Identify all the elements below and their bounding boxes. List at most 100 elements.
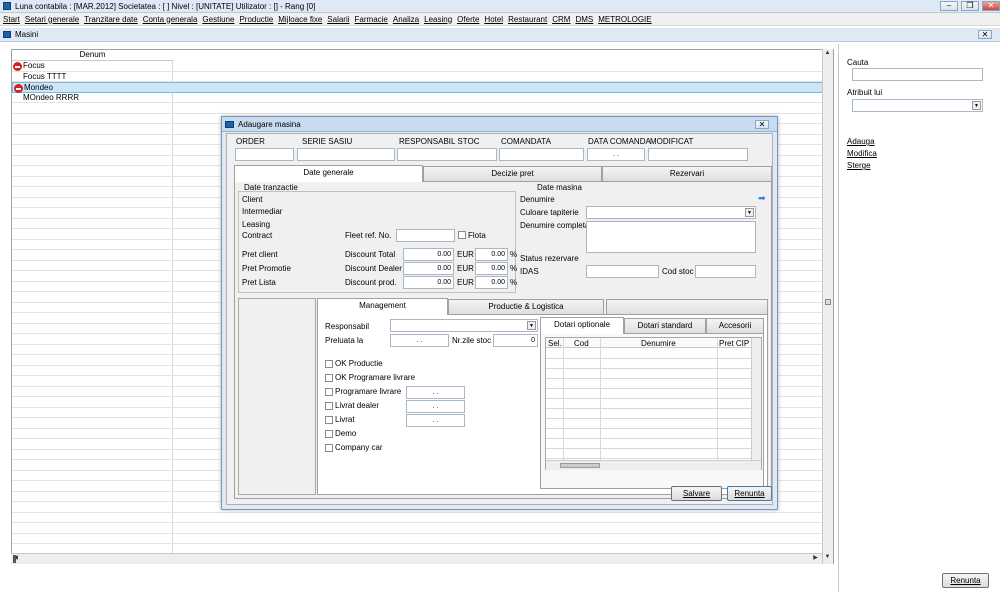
grid-vertical-scrollbar[interactable]: ▲ ▼	[822, 49, 833, 564]
menu-metrologie[interactable]: METROLOGIE	[598, 15, 651, 24]
menu-dms[interactable]: DMS	[575, 15, 593, 24]
cancel-button[interactable]: Renunta	[942, 573, 989, 588]
menu-setari-generale[interactable]: Setari generale	[25, 15, 79, 24]
hscroll-thumb[interactable]	[13, 555, 16, 563]
minimize-button[interactable]: –	[940, 1, 958, 11]
nr-zile-stoc-field[interactable]: 0	[493, 334, 538, 347]
dotari-table[interactable]: Sel. Cod Denumire Pret CIP	[545, 337, 762, 470]
col-denumire[interactable]: Denumire	[641, 339, 676, 348]
status-checkbox[interactable]	[325, 416, 333, 424]
menu-gestiune[interactable]: Gestiune	[202, 15, 234, 24]
responsabil-select[interactable]: ▼	[390, 319, 538, 332]
restore-button[interactable]: ❐	[961, 1, 979, 11]
table-row[interactable]	[12, 523, 823, 534]
currency-label: EUR	[457, 278, 474, 287]
tab-dotari-standard[interactable]: Dotari standard	[624, 318, 706, 333]
col-cod[interactable]: Cod	[574, 339, 589, 348]
fleet-ref-label: Fleet ref. No.	[345, 231, 392, 240]
menu-conta-generala[interactable]: Conta generala	[143, 15, 198, 24]
tab-decizie-pret[interactable]: Decizie pret	[423, 166, 602, 181]
cod-stoc-label: Cod stoc	[662, 267, 694, 276]
tab-date-generale[interactable]: Date generale	[234, 165, 423, 182]
modificat-field[interactable]	[648, 148, 748, 161]
discount-dealer-percent[interactable]: 0.00	[475, 262, 508, 275]
dialog-cancel-button[interactable]: Renunta	[727, 486, 772, 501]
dotari-vscroll[interactable]	[751, 338, 761, 460]
discount-total-percent[interactable]: 0.00	[475, 248, 508, 261]
discount-prod-amount[interactable]: 0.00	[403, 276, 454, 289]
menu-leasing[interactable]: Leasing	[424, 15, 452, 24]
menu-start[interactable]: Start	[3, 15, 20, 24]
table-row[interactable]: Focus	[12, 61, 823, 72]
tab-rezervari[interactable]: Rezervari	[602, 166, 772, 181]
panel-close-button[interactable]: ✕	[978, 30, 992, 39]
table-row[interactable]: Focus TTTT	[12, 72, 823, 82]
status-checkbox[interactable]	[325, 402, 333, 410]
idas-field[interactable]	[586, 265, 659, 278]
arrow-right-icon[interactable]: ➡	[758, 194, 768, 203]
scroll-thumb[interactable]	[825, 299, 831, 305]
fleet-ref-field[interactable]	[396, 229, 455, 242]
status-checkbox[interactable]	[325, 444, 333, 452]
table-row[interactable]	[12, 513, 823, 523]
comandata-field[interactable]	[499, 148, 584, 161]
status-checkbox[interactable]	[325, 360, 333, 368]
status-checkbox[interactable]	[325, 388, 333, 396]
dialog-title: Adaugare masina	[238, 119, 301, 129]
menu-analiza[interactable]: Analiza	[393, 15, 419, 24]
scroll-right-icon[interactable]: ▶	[811, 554, 820, 563]
search-input[interactable]	[852, 68, 983, 81]
close-button[interactable]: ✕	[982, 1, 1000, 11]
preluata-la-field[interactable]: . .	[390, 334, 449, 347]
menu-productie[interactable]: Productie	[239, 15, 273, 24]
tab-company[interactable]	[606, 299, 768, 314]
menu-tranzitare-date[interactable]: Tranzitare date	[84, 15, 138, 24]
scroll-up-icon[interactable]: ▲	[823, 49, 832, 58]
table-row[interactable]	[12, 103, 823, 114]
discount-prod-percent[interactable]: 0.00	[475, 276, 508, 289]
menu-crm[interactable]: CRM	[552, 15, 570, 24]
menu-hotel[interactable]: Hotel	[484, 15, 503, 24]
status-date-field[interactable]: . .	[406, 414, 465, 427]
tab-management[interactable]: Management	[317, 298, 448, 315]
denumire-completa-field[interactable]	[586, 221, 756, 253]
menu-restaurant[interactable]: Restaurant	[508, 15, 547, 24]
status-checkbox[interactable]	[325, 430, 333, 438]
tab-productie-logistica[interactable]: Productie & Logistica	[448, 299, 604, 314]
scroll-down-icon[interactable]: ▼	[823, 553, 832, 562]
dialog-close-button[interactable]: ✕	[755, 120, 769, 129]
cod-stoc-field[interactable]	[695, 265, 756, 278]
table-row[interactable]: MOndeo RRRR	[12, 93, 823, 103]
data-comanda-field[interactable]: . .	[587, 148, 645, 161]
menu-oferte[interactable]: Oferte	[457, 15, 479, 24]
dotari-hscroll-thumb[interactable]	[560, 463, 600, 468]
save-button[interactable]: Salvare	[671, 486, 722, 501]
grid-horizontal-scrollbar[interactable]: ◀ ▶	[11, 553, 822, 564]
order-field[interactable]	[235, 148, 294, 161]
attributed-select[interactable]: ▼	[852, 99, 983, 112]
status-checkbox[interactable]	[325, 374, 333, 382]
menu-salarii[interactable]: Salarii	[327, 15, 349, 24]
table-row[interactable]: Mondeo	[12, 82, 823, 93]
col-sel[interactable]: Sel.	[548, 339, 562, 348]
responsabil-stoc-field[interactable]	[397, 148, 497, 161]
col-pret-cip[interactable]: Pret CIP	[719, 339, 749, 348]
menu-mijloace-fixe[interactable]: Mijloace fixe	[278, 15, 322, 24]
add-link[interactable]: Adauga	[847, 137, 875, 146]
dotari-hscroll[interactable]	[546, 460, 761, 470]
panel-icon	[3, 31, 11, 38]
tab-dotari-optionale[interactable]: Dotari optionale	[540, 317, 624, 334]
discount-total-amount[interactable]: 0.00	[403, 248, 454, 261]
serie-sasiu-field[interactable]	[297, 148, 395, 161]
culoare-tapiterie-select[interactable]: ▼	[586, 206, 756, 219]
tab-accesorii[interactable]: Accesorii	[706, 318, 764, 333]
menu-farmacie[interactable]: Farmacie	[355, 15, 388, 24]
status-date-field[interactable]: . .	[406, 400, 465, 413]
status-date-field[interactable]: . .	[406, 386, 465, 399]
discount-dealer-amount[interactable]: 0.00	[403, 262, 454, 275]
delete-link[interactable]: Sterge	[847, 161, 871, 170]
grid-header-denum[interactable]: Denum	[12, 50, 173, 61]
table-row[interactable]	[12, 534, 823, 544]
modify-link[interactable]: Modifica	[847, 149, 877, 158]
flota-checkbox[interactable]	[458, 231, 466, 239]
